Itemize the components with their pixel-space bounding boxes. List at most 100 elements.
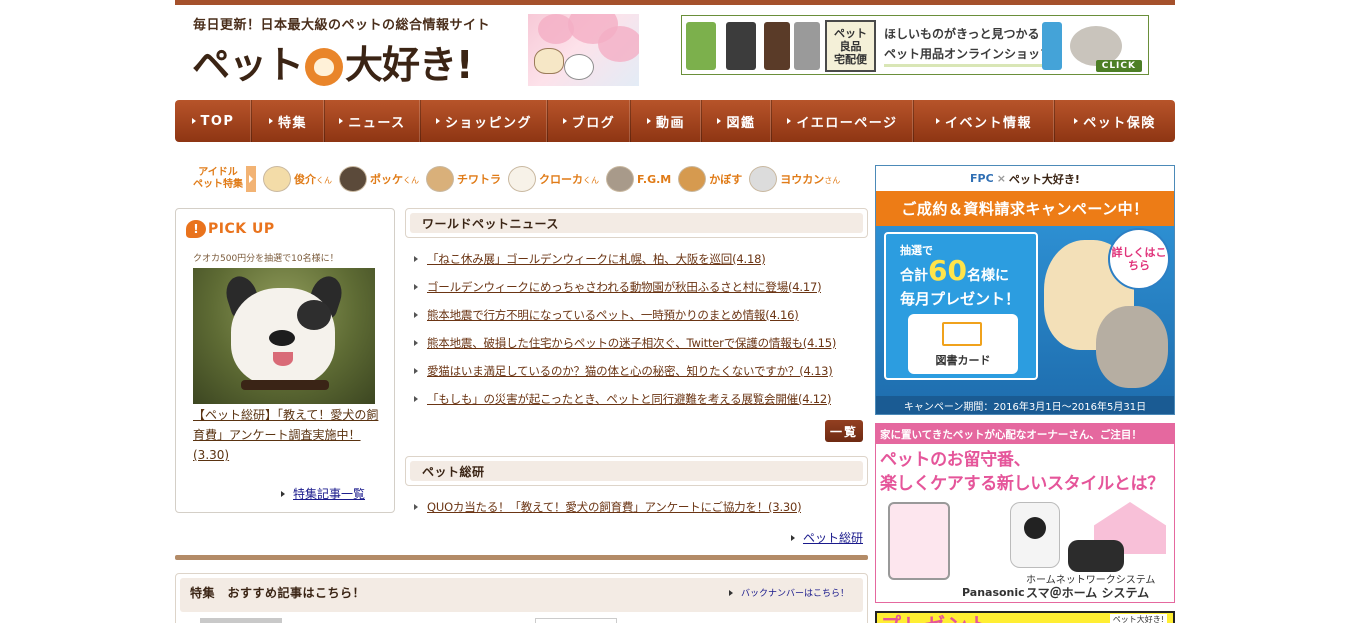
news-list-button[interactable]: 一覧 [825,420,863,442]
bullet-icon [414,256,418,262]
nav-encyclopedia[interactable]: 図鑑 [702,100,772,142]
pet-face-icon [508,166,536,192]
pickup-caption-link[interactable]: 【ペット総研】「教えて！愛犬の飼育費」アンケート調査実施中！(3.30) [193,405,383,465]
souken-link[interactable]: QUOカ当たる！「教えて！愛犬の飼育費」アンケートにご協力を！(3.30) [427,499,801,515]
feature-thumbnail[interactable] [535,618,617,623]
pet-face-icon [339,166,367,192]
nav-arrow-icon [562,118,567,124]
book-card-icon: 図書カード [908,314,1018,374]
pickup-photo-french-bulldog[interactable] [193,268,375,404]
campaign-card: 抽選で 合計60名様に 毎月プレゼント！ 図書カード [884,232,1038,380]
nav-video[interactable]: 動画 [631,100,702,142]
pet-face-icon [749,166,778,192]
nav-news[interactable]: ニュース [325,100,421,142]
news-item: 「ねこ休み展」ゴールデンウィークに札幌、柏、大阪を巡回(4.18) [414,245,868,273]
idol-pet-chiwatora[interactable]: チワトラ [426,166,501,192]
panasonic-headline: ペットのお留守番、 楽しくケアする新しいスタイルとは？ [880,450,1164,494]
logo-dog-cat-icon [305,48,344,86]
campaign-brand: FPC × ペット大好き! [876,166,1174,191]
present-ad-banner[interactable]: プレゼント ペット大好き! [875,611,1175,623]
system-line2: スマ＠ホーム システム [1026,586,1150,600]
bullet-icon [414,504,418,510]
global-nav: TOP 特集 ニュース ショッピング ブログ 動画 図鑑 イエローページ イベン… [175,100,1175,142]
pet-souken-link[interactable]: ペット総研 [790,529,863,546]
nav-arrow-icon [268,118,273,124]
news-link[interactable]: 「ねこ休み展」ゴールデンウィークに札幌、柏、大阪を巡回(4.18) [427,251,765,267]
news-link[interactable]: ゴールデンウィークにめっちゃさわれる動物園が秋田ふるさと村に登場(4.17) [427,279,821,295]
nav-events[interactable]: イベント情報 [914,100,1055,142]
fpc-campaign-banner[interactable]: FPC × ペット大好き! ご成約＆資料請求キャンペーン中！ 抽選で 合計60名様に… [875,165,1175,415]
pet-face-icon [426,166,454,192]
arrow-icon [790,534,795,541]
arrow-icon [281,490,285,497]
news-item: 熊本地震、破損した住宅からペットの迷子相次ぐ、Twitterで保護の情報も(4.… [414,329,868,357]
logo-text-before: ペット [192,42,304,87]
backnumber-link[interactable]: バックナンバーはこちら！ [728,586,849,599]
panasonic-ad-banner[interactable]: 家に置いてきたペットが心配なオーナーさん、ご注目！ ペットのお留守番、 楽しくケ… [875,423,1175,603]
news-item: ゴールデンウィークにめっちゃさわれる動物園が秋田ふるさと村に登場(4.17) [414,273,868,301]
news-item: 愛猫はいま満足しているのか？猫の体と心の秘密、知りたくないですか？(4.13) [414,357,868,385]
nav-blog[interactable]: ブログ [548,100,631,142]
news-item: 熊本地震で行方不明になっているペット、一時預かりのまとめ情報(4.16) [414,301,868,329]
pet-souken-header: ペット総研 [405,456,868,486]
panasonic-brand: Panasonic [962,586,1025,599]
campaign-detail-badge: 詳しくはこちら [1108,228,1170,290]
nav-yellow-pages[interactable]: イエローページ [772,100,914,142]
campaign-headline: ご成約＆資料請求キャンペーン中！ [876,191,1174,226]
smartphone-icon [888,502,950,580]
nav-arrow-icon [787,118,792,124]
nav-arrow-icon [339,118,344,124]
nav-arrow-icon [191,118,196,124]
nav-arrow-icon [1074,118,1079,124]
news-link[interactable]: 愛猫はいま満足しているのか？猫の体と心の秘密、知りたくないですか？(4.13) [427,363,833,379]
idol-pet-kuroka[interactable]: クローカくん [508,166,599,192]
shop-badge: ペット 良品 宅配便 [825,20,876,72]
arrow-icon [246,166,256,192]
pet-face-icon [678,166,707,192]
news-item: 「もしも」の災害が起こったとき、ペットと同行避難を考える展覧会開催(4.12) [414,385,868,413]
idol-pet-youkan[interactable]: ヨウカンさん [749,166,840,192]
world-news-list: 「ねこ休み展」ゴールデンウィークに札幌、柏、大阪を巡回(4.18) ゴールデンウ… [414,245,868,413]
site-tagline: 毎日更新！日本最大級のペットの総合情報サイト [193,18,491,33]
nav-arrow-icon [646,118,651,124]
logo-text-after: 大好き! [345,42,473,87]
feature-list-link[interactable]: 特集記事一覧 [281,485,365,502]
top-accent-line [175,0,1175,5]
idol-pets-strip: アイドル ペット特集 俊介くん ポッケくん チワトラ クローカくん F.G.M か… [193,162,868,196]
bullet-icon [414,340,418,346]
news-link[interactable]: 熊本地震で行方不明になっているペット、一時預かりのまとめ情報(4.16) [427,307,799,323]
bullet-icon [414,368,418,374]
idol-pet-shunsuke[interactable]: 俊介くん [263,166,332,192]
cat-illustration [534,48,564,74]
bullet-icon [414,312,418,318]
sakura-pets-illustration [528,14,639,86]
nav-arrow-icon [435,118,440,124]
pickup-subtitle: クオカ500円分を抽選で10名様に！ [193,254,339,264]
nav-pet-insurance[interactable]: ペット保険 [1055,100,1175,142]
idol-pet-fgm[interactable]: F.G.M [606,166,671,192]
bullet-icon [414,396,418,402]
idol-pet-pokke[interactable]: ポッケくん [339,166,419,192]
news-link[interactable]: 「もしも」の災害が起こったとき、ペットと同行避難を考える展覧会開催(4.12) [427,391,831,407]
news-item: QUOカ当たる！「教えて！愛犬の飼育費」アンケートにご協力を！(3.30) [414,493,868,521]
pet-face-icon [606,166,634,192]
pet-face-icon [263,166,291,192]
idol-label: アイドル ペット特集 [193,166,256,192]
pickup-box: ! PICK UP クオカ500円分を抽選で10名様に！ 【ペット総研】「教えて… [175,208,395,513]
dog-illustration [564,54,594,80]
idol-pet-kabosu[interactable]: かぼす [678,166,742,192]
nav-arrow-icon [717,118,722,124]
news-link[interactable]: 熊本地震、破損した住宅からペットの迷子相次ぐ、Twitterで保護の情報も(4.… [427,335,836,351]
nav-top[interactable]: TOP [175,100,252,142]
world-news-header: ワールドペットニュース [405,208,868,238]
nav-shopping[interactable]: ショッピング [421,100,548,142]
nav-feature[interactable]: 特集 [252,100,325,142]
arrow-icon [728,589,733,596]
feature-box: 特集 おすすめ記事はこちら！ バックナンバーはこちら！ [175,573,868,623]
feature-thumbnail[interactable] [200,618,282,623]
site-logo[interactable]: ペット 大好き! [192,33,473,89]
exclamation-icon: ! [186,220,206,238]
pet-shop-banner[interactable]: ペット 良品 宅配便 ほしいものがきっと見つかる ペット用品オンラインショップ … [681,15,1149,75]
click-label: CLICK [1095,60,1142,72]
hub-icon [1068,540,1124,572]
